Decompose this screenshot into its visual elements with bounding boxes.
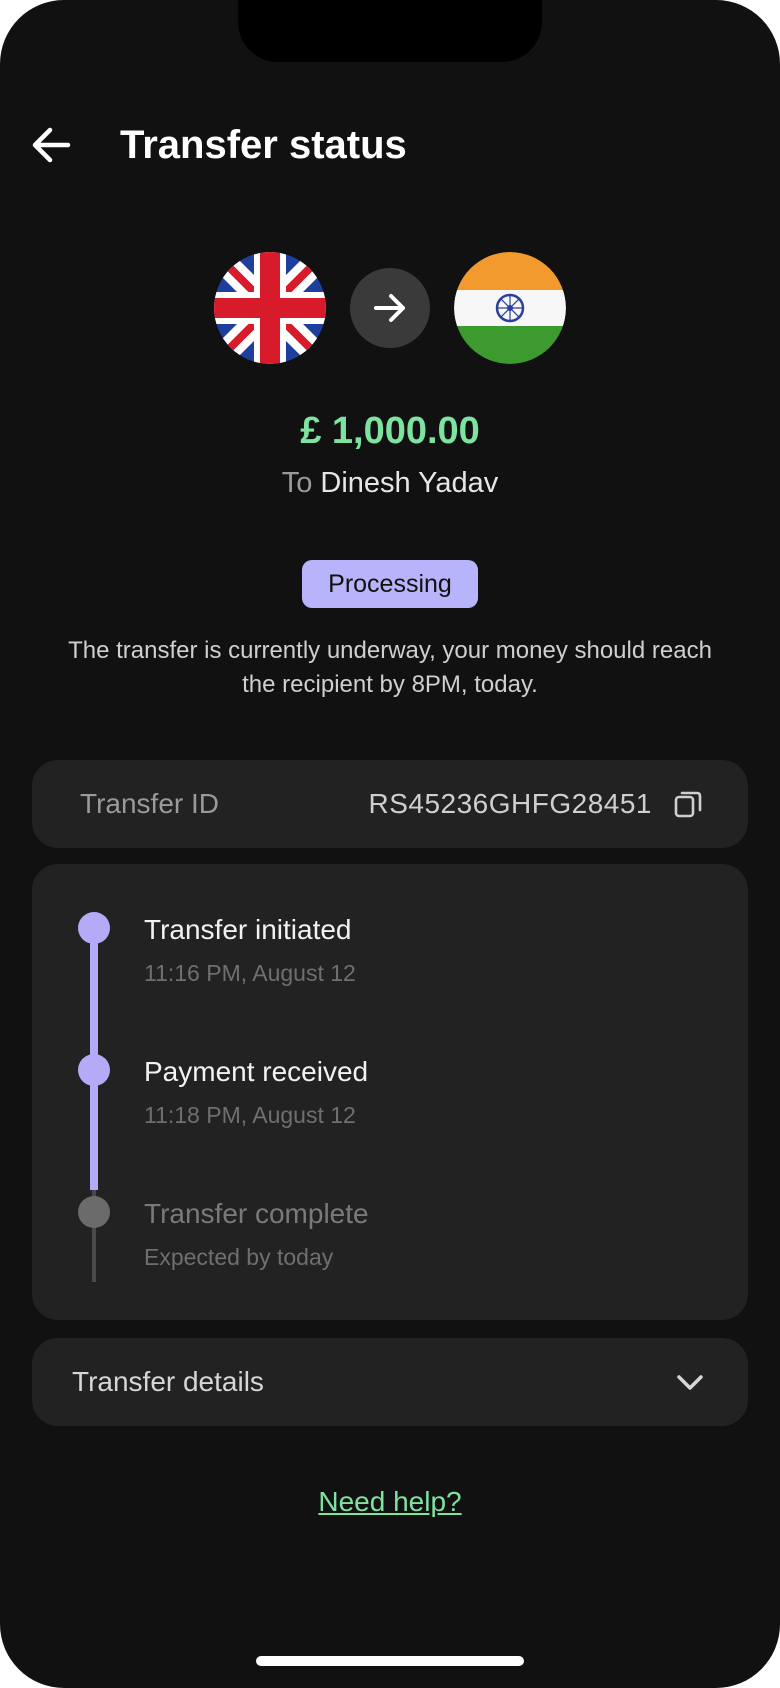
copy-icon — [674, 791, 702, 818]
transfer-amount: £ 1,000.00 — [300, 410, 480, 452]
arrow-left-icon — [32, 127, 71, 163]
step-time: Expected by today — [144, 1244, 334, 1270]
status-description: The transfer is currently underway, your… — [68, 637, 712, 698]
transfer-id-value: RS45236GHFG28451 — [368, 788, 652, 819]
currency-route — [0, 252, 780, 364]
transfer-details-toggle[interactable]: Transfer details — [32, 1338, 748, 1426]
arrow-right-icon — [374, 294, 405, 322]
transfer-id-card: Transfer ID RS45236GHFG28451 — [32, 760, 748, 848]
timeline-card: Transfer initiated 11:16 PM, August 12 P… — [32, 864, 748, 1320]
transfer-details-label: Transfer details — [72, 1366, 264, 1397]
copy-button[interactable] — [672, 788, 704, 820]
need-help-link[interactable]: Need help? — [318, 1486, 461, 1517]
header: Transfer status — [0, 110, 780, 180]
step-time: 11:16 PM, August 12 — [144, 960, 356, 986]
step-title: Transfer initiated — [144, 914, 352, 945]
step-title: Transfer complete — [144, 1198, 369, 1229]
status-badge: Processing — [302, 560, 478, 608]
uk-flag-icon — [214, 252, 326, 364]
step-title: Payment received — [144, 1056, 369, 1087]
device-notch — [238, 0, 542, 62]
india-flag-icon — [454, 252, 566, 364]
recipient-name: Dinesh Yadav — [320, 467, 499, 499]
timeline-dot-done — [78, 912, 110, 944]
timeline-dot-done — [78, 1054, 110, 1086]
transfer-id-label: Transfer ID — [80, 788, 219, 819]
chevron-down-icon — [672, 1364, 708, 1400]
recipient-prefix: To — [281, 467, 313, 499]
timeline-dot-pending — [78, 1196, 110, 1228]
transfer-direction-badge — [350, 268, 430, 348]
page-title: Transfer status — [120, 123, 407, 167]
phone-screen: Transfer status £ 1,000.00 To Dinesh Yad… — [0, 0, 780, 1688]
step-time: 11:18 PM, August 12 — [144, 1102, 356, 1128]
help-link-container: Need help? — [0, 1482, 780, 1522]
home-indicator — [256, 1656, 524, 1666]
recipient-line: To Dinesh Yadav — [0, 462, 780, 504]
back-button[interactable] — [28, 122, 74, 168]
